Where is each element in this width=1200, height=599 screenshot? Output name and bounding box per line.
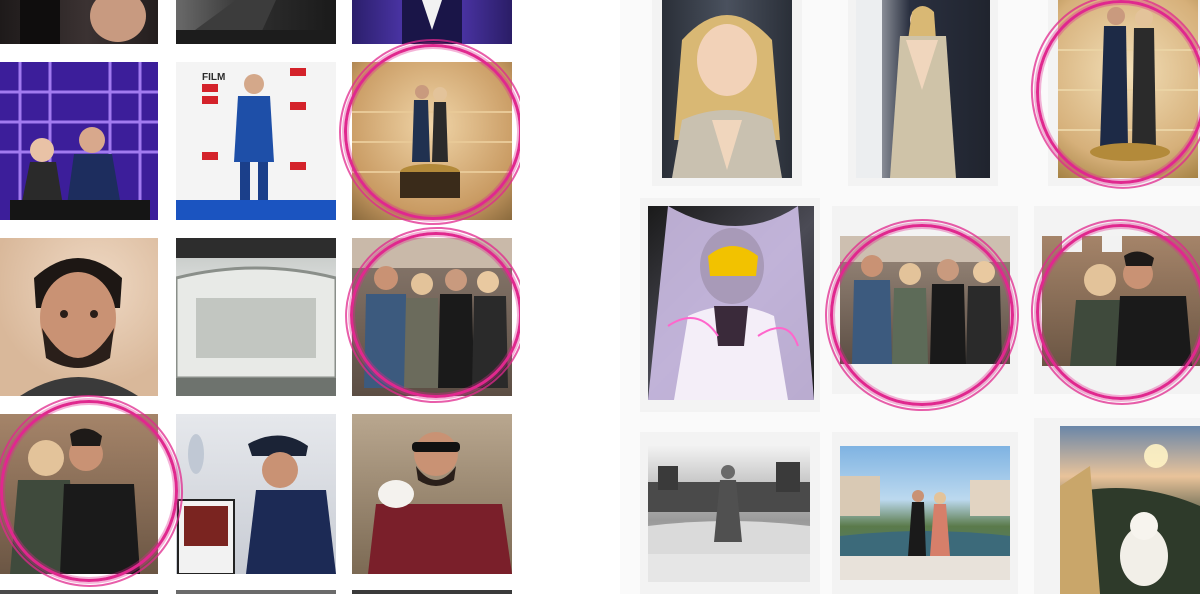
photo-tile[interactable] bbox=[352, 238, 512, 396]
backdrop-text: FILM bbox=[202, 72, 225, 83]
photo-tile[interactable] bbox=[0, 238, 158, 396]
photo-tile[interactable] bbox=[856, 0, 990, 178]
photo-tile[interactable] bbox=[176, 0, 336, 44]
photo-tile[interactable] bbox=[352, 62, 512, 220]
right-photo-grid bbox=[620, 0, 1200, 594]
photo-tile[interactable] bbox=[0, 414, 158, 574]
photo-tile[interactable] bbox=[176, 238, 336, 396]
photo-tile[interactable] bbox=[648, 446, 810, 582]
photo-tile[interactable] bbox=[352, 0, 512, 44]
photo-tile[interactable] bbox=[648, 206, 814, 400]
photo-tile[interactable] bbox=[352, 590, 512, 594]
divider-space bbox=[520, 0, 620, 594]
photo-tile[interactable] bbox=[0, 0, 158, 44]
photo-tile[interactable] bbox=[0, 590, 158, 594]
photo-tile[interactable]: FILM bbox=[176, 62, 336, 220]
photo-tile[interactable] bbox=[0, 62, 158, 220]
photo-tile[interactable] bbox=[1060, 426, 1200, 594]
photo-tile[interactable] bbox=[1058, 0, 1198, 178]
photo-tile[interactable] bbox=[1042, 236, 1200, 366]
photo-tile[interactable] bbox=[176, 414, 336, 574]
photo-tile[interactable] bbox=[662, 0, 792, 178]
photo-tile[interactable] bbox=[176, 590, 336, 594]
photo-tile[interactable] bbox=[840, 446, 1010, 580]
left-photo-grid: FILM bbox=[0, 0, 522, 594]
photo-tile[interactable] bbox=[840, 236, 1010, 364]
photo-tile[interactable] bbox=[352, 414, 512, 574]
